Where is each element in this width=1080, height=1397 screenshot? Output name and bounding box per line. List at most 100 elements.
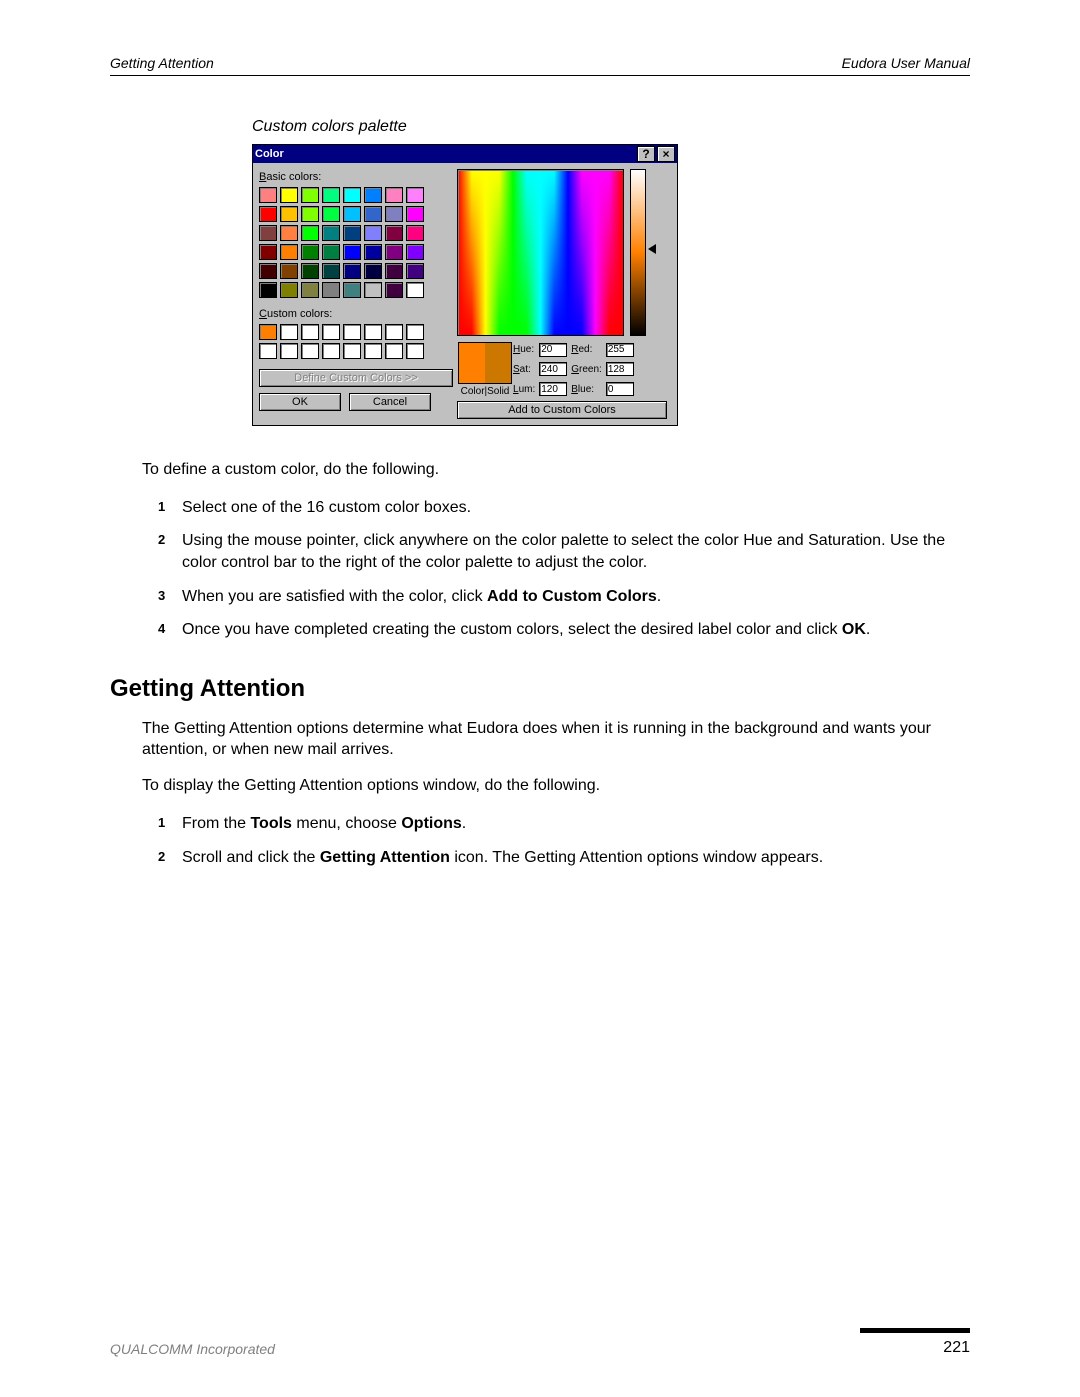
green-input[interactable] [606,362,634,376]
basic-color-swatch[interactable] [406,225,424,241]
sat-label: Sat: [513,364,535,375]
basic-color-swatch[interactable] [406,187,424,203]
custom-color-swatch[interactable] [259,343,277,359]
basic-color-swatch[interactable] [322,206,340,222]
define-custom-colors-button: Define Custom Colors >> [259,369,453,387]
hue-label: Hue: [513,344,535,355]
custom-color-swatch[interactable] [322,343,340,359]
custom-color-swatch[interactable] [343,324,361,340]
basic-color-swatch[interactable] [259,187,277,203]
section-heading: Getting Attention [110,675,970,703]
figure-caption: Custom colors palette [252,118,970,136]
basic-color-swatch[interactable] [280,206,298,222]
basic-color-swatch[interactable] [259,206,277,222]
blue-label: Blue: [571,384,602,395]
basic-color-swatch[interactable] [343,263,361,279]
custom-color-swatch[interactable] [406,324,424,340]
basic-color-swatch[interactable] [364,206,382,222]
basic-color-swatch[interactable] [385,225,403,241]
hue-input[interactable] [539,343,567,357]
custom-colors-label: Custom colors: [259,308,449,320]
basic-color-swatch[interactable] [364,244,382,260]
custom-color-swatch[interactable] [364,324,382,340]
basic-color-swatch[interactable] [385,263,403,279]
basic-color-swatch[interactable] [322,263,340,279]
custom-color-swatch[interactable] [406,343,424,359]
red-input[interactable] [606,343,634,357]
basic-color-swatch[interactable] [259,244,277,260]
basic-color-swatch[interactable] [301,206,319,222]
luminance-slider[interactable] [630,169,646,336]
basic-color-swatch[interactable] [406,244,424,260]
green-label: Green: [571,364,602,375]
custom-color-swatch[interactable] [322,324,340,340]
basic-color-swatch[interactable] [301,282,319,298]
basic-color-swatch[interactable] [385,282,403,298]
basic-color-swatch[interactable] [406,206,424,222]
basic-color-swatch[interactable] [301,187,319,203]
step-item: 2Using the mouse pointer, click anywhere… [158,530,970,573]
titlebar: Color ? × [253,145,677,163]
basic-color-swatch[interactable] [343,244,361,260]
basic-color-swatch[interactable] [343,206,361,222]
basic-color-swatch[interactable] [280,263,298,279]
basic-color-swatch[interactable] [322,187,340,203]
basic-color-swatch[interactable] [301,244,319,260]
footer-rule [860,1328,970,1333]
intro-paragraph: To define a custom color, do the followi… [142,460,970,481]
custom-color-swatch[interactable] [301,343,319,359]
basic-color-swatch[interactable] [280,282,298,298]
luminance-arrow-icon[interactable] [648,244,656,254]
basic-color-swatch[interactable] [259,225,277,241]
basic-color-swatch[interactable] [259,282,277,298]
blue-input[interactable] [606,382,634,396]
basic-color-swatch[interactable] [406,282,424,298]
close-icon[interactable]: × [657,146,675,162]
custom-color-swatch[interactable] [280,324,298,340]
custom-color-swatch[interactable] [385,324,403,340]
dialog-title: Color [255,148,284,160]
basic-color-swatch[interactable] [343,187,361,203]
basic-color-swatch[interactable] [343,225,361,241]
basic-color-swatch[interactable] [406,263,424,279]
basic-color-swatch[interactable] [343,282,361,298]
footer-company: QUALCOMM Incorporated [110,1341,275,1357]
basic-color-swatch[interactable] [364,282,382,298]
cancel-button[interactable]: Cancel [349,393,431,411]
basic-color-swatch[interactable] [385,206,403,222]
help-icon[interactable]: ? [637,146,655,162]
basic-color-swatch[interactable] [364,187,382,203]
page-number: 221 [943,1339,970,1357]
basic-color-swatch[interactable] [301,225,319,241]
sat-input[interactable] [539,362,567,376]
lum-input[interactable] [539,382,567,396]
basic-color-swatch[interactable] [259,263,277,279]
basic-color-swatch[interactable] [385,244,403,260]
basic-color-swatch[interactable] [301,263,319,279]
basic-color-swatch[interactable] [322,282,340,298]
lum-label: Lum: [513,384,535,395]
basic-color-swatch[interactable] [364,263,382,279]
custom-color-swatch[interactable] [301,324,319,340]
basic-color-swatch[interactable] [280,244,298,260]
basic-color-swatch[interactable] [385,187,403,203]
custom-color-swatch[interactable] [280,343,298,359]
basic-color-swatch[interactable] [322,244,340,260]
color-preview [458,342,512,384]
ok-button[interactable]: OK [259,393,341,411]
step-item: 1From the Tools menu, choose Options. [158,813,970,835]
step-item: 2Scroll and click the Getting Attention … [158,847,970,869]
add-to-custom-colors-button[interactable]: Add to Custom Colors [457,401,667,419]
header-left: Getting Attention [110,55,214,71]
custom-color-swatch[interactable] [385,343,403,359]
hue-saturation-picker[interactable] [457,169,624,336]
basic-color-swatch[interactable] [364,225,382,241]
basic-color-swatch[interactable] [322,225,340,241]
custom-color-swatch[interactable] [364,343,382,359]
basic-color-swatch[interactable] [280,225,298,241]
section-p2: To display the Getting Attention options… [142,776,970,797]
custom-color-swatch[interactable] [343,343,361,359]
step-item: 4Once you have completed creating the cu… [158,619,970,641]
custom-color-swatch[interactable] [259,324,277,340]
basic-color-swatch[interactable] [280,187,298,203]
